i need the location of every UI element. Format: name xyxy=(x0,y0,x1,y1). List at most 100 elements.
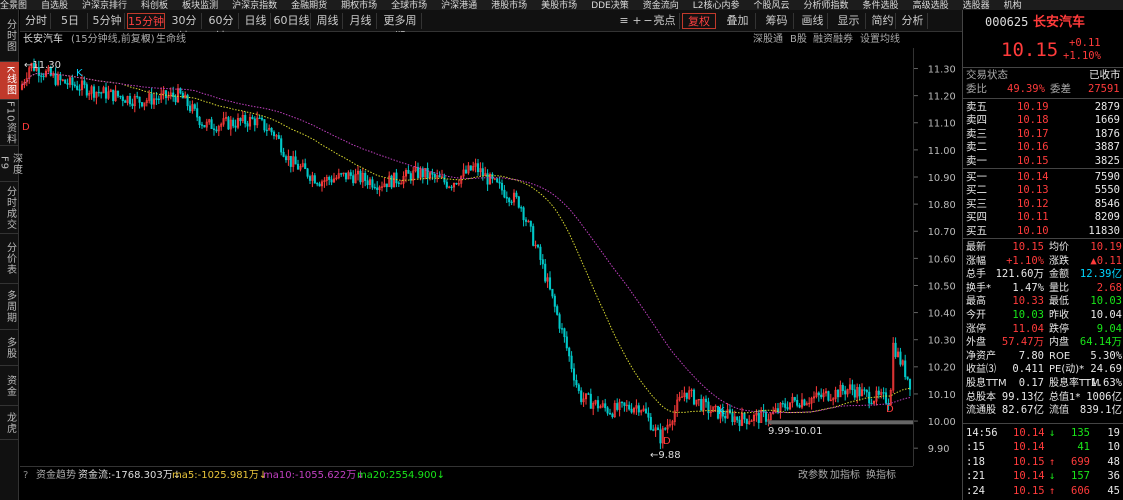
menu-item[interactable]: 沪深京指数 xyxy=(232,2,277,11)
change-params-button[interactable]: 改参数 xyxy=(798,469,828,482)
menu-item[interactable]: L2核心内参 xyxy=(693,2,740,11)
candle-body xyxy=(445,181,448,188)
left-tab[interactable]: 资金 xyxy=(0,366,19,406)
toolbar-tool[interactable]: 分析 xyxy=(898,13,928,29)
bid-row[interactable]: 买三 10.12 8546 xyxy=(963,198,1123,211)
menu-item[interactable]: 分析师指数 xyxy=(804,2,849,11)
bid-volume: 5550 xyxy=(1094,184,1120,197)
menu-item[interactable]: 沪深港通 xyxy=(441,2,477,11)
menu-icon[interactable]: ≡ xyxy=(618,13,630,29)
header-link-sgt[interactable]: 深股通 xyxy=(753,33,783,47)
left-tab[interactable]: F10资料 xyxy=(0,100,19,146)
candle-body xyxy=(596,400,600,409)
toolbar-tool[interactable]: 显示 xyxy=(832,13,866,29)
period-tab[interactable]: 日线 xyxy=(241,13,271,29)
period-tab[interactable]: 5分钟 xyxy=(90,13,125,29)
candle-body xyxy=(692,389,696,405)
period-tab[interactable]: 5日 xyxy=(53,13,88,29)
left-tab[interactable]: 多股 xyxy=(0,330,19,366)
menu-item[interactable]: 资金流向 xyxy=(643,2,679,11)
candle-body xyxy=(784,403,787,408)
weicha-value: 27591 xyxy=(1088,83,1120,95)
period-tab[interactable]: 60分钟 xyxy=(204,13,239,43)
menu-item[interactable]: 沪深京排行 xyxy=(82,2,127,11)
menu-item[interactable]: DDE决策 xyxy=(591,2,629,11)
menu-item[interactable]: 高级选股 xyxy=(913,2,949,11)
left-tab[interactable]: 深度F9 xyxy=(0,146,22,182)
tick-price: 10.15 xyxy=(1013,484,1045,497)
candle-body xyxy=(289,155,292,167)
left-tab[interactable]: 多周期 xyxy=(0,284,19,330)
ask-row[interactable]: 卖二 10.16 3887 xyxy=(963,141,1123,154)
candle-body xyxy=(649,417,652,430)
menu-item[interactable]: 期权市场 xyxy=(341,2,377,11)
candle-body xyxy=(529,220,532,227)
life-line-toggle[interactable]: 生命线 xyxy=(156,33,186,47)
candle-body xyxy=(260,117,264,120)
stat-value: 1.63% xyxy=(1090,377,1122,389)
kline-chart[interactable]: ←11.30 ←9.88 9.99-10.01 K K D D D xyxy=(20,48,913,466)
menu-item[interactable]: 选股器 xyxy=(963,2,990,11)
left-tab[interactable]: K线图 xyxy=(0,62,19,100)
menu-item[interactable]: 全球市场 xyxy=(391,2,427,11)
ask-price: 10.16 xyxy=(1017,141,1049,154)
tick-time: :21 xyxy=(966,470,985,483)
period-tab[interactable]: 30分钟 xyxy=(167,13,202,43)
candle-body xyxy=(244,115,247,124)
settings-gear-icon[interactable]: ⚙ xyxy=(142,33,151,47)
toolbar-tool[interactable]: 画线 xyxy=(798,13,828,29)
change-indicator-button[interactable]: 换指标 xyxy=(866,469,896,482)
period-tab[interactable]: 分时 xyxy=(22,13,51,29)
left-tab[interactable]: 分时成交 xyxy=(0,182,19,234)
toolbar-tool[interactable]: 简约 xyxy=(870,13,896,29)
bid-row[interactable]: 买四 10.11 8209 xyxy=(963,211,1123,224)
stat-value: 10.03 xyxy=(1090,295,1122,308)
bid-row[interactable]: 买一 10.14 7590 xyxy=(963,171,1123,184)
stat-value: 5.30% xyxy=(1090,349,1122,362)
candle-body xyxy=(157,98,160,100)
period-tab[interactable]: 周线 xyxy=(313,13,343,29)
left-tab[interactable]: 分时图 xyxy=(0,10,19,62)
left-tab[interactable]: 龙虎 xyxy=(0,406,19,440)
indicator-name[interactable]: 资金趋势 xyxy=(36,469,76,482)
candle-body xyxy=(863,389,866,391)
period-tab[interactable]: 更多周期 xyxy=(379,13,422,43)
menu-item[interactable]: 全景图 xyxy=(0,2,27,11)
header-link-margin[interactable]: 融资融券 xyxy=(813,33,853,47)
period-tab[interactable]: 月线 xyxy=(345,13,377,29)
toolbar-tool[interactable]: 筹码 xyxy=(760,13,794,29)
toolbar-tool[interactable]: 叠加 xyxy=(720,13,756,29)
candle-body xyxy=(359,170,362,183)
bid-row[interactable]: 买二 10.13 5550 xyxy=(963,184,1123,197)
menu-item[interactable]: 自选股 xyxy=(41,2,68,11)
ask-row[interactable]: 卖五 10.19 2879 xyxy=(963,101,1123,114)
menu-item[interactable]: 条件选股 xyxy=(863,2,899,11)
menu-item[interactable]: 港股市场 xyxy=(491,2,527,11)
period-tab[interactable]: 60日线 xyxy=(273,13,311,29)
toolbar-tool[interactable]: 亮点 xyxy=(650,13,680,29)
menu-item[interactable]: 板块监测 xyxy=(182,2,218,11)
add-indicator-button[interactable]: 加指标 xyxy=(830,469,860,482)
zoom-out-icon[interactable]: − xyxy=(642,13,654,29)
menu-item[interactable]: 科创板 xyxy=(141,2,168,11)
toolbar-tool[interactable]: 复权 xyxy=(682,13,716,29)
bid-row[interactable]: 买五 10.10 11830 xyxy=(963,225,1123,238)
menu-item[interactable]: 美股市场 xyxy=(541,2,577,11)
webi-value: 49.39% xyxy=(1007,83,1045,95)
candle-body xyxy=(263,119,266,131)
help-icon[interactable]: ? xyxy=(23,469,28,482)
candle-body xyxy=(373,186,376,189)
stat-value: ▲0.11 xyxy=(1090,254,1122,267)
candle-body xyxy=(450,186,453,188)
menu-item[interactable]: 金融期货 xyxy=(291,2,327,11)
left-tab[interactable]: 分价表 xyxy=(0,234,19,284)
bid-label: 买三 xyxy=(966,197,987,210)
period-tab[interactable]: 15分钟 xyxy=(127,13,165,29)
ask-row[interactable]: 卖一 10.15 3825 xyxy=(963,155,1123,168)
menu-item[interactable]: 机构 xyxy=(1004,2,1022,11)
menu-item[interactable]: 个股风云 xyxy=(754,2,790,11)
ask-row[interactable]: 卖四 10.18 1669 xyxy=(963,114,1123,127)
header-link-bshare[interactable]: B股 xyxy=(790,33,807,47)
header-link-set-ma[interactable]: 设置均线 xyxy=(860,33,900,47)
ask-row[interactable]: 卖三 10.17 1876 xyxy=(963,128,1123,141)
